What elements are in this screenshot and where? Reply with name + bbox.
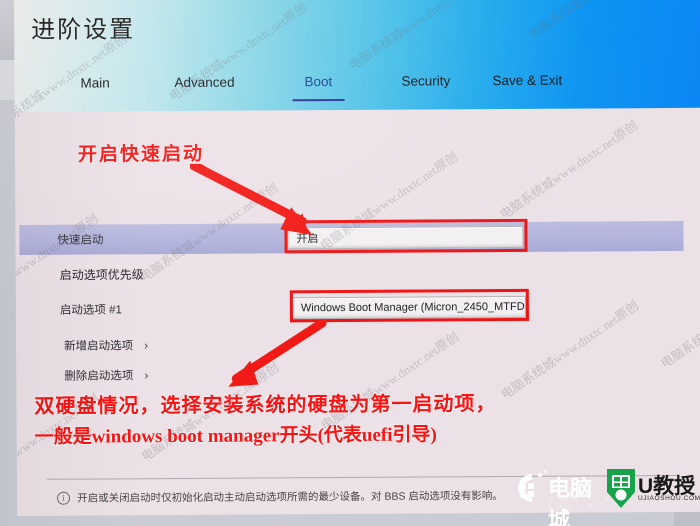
ujiaoshou-logo-url: UJIAOSHOU.COM bbox=[638, 495, 700, 502]
setting-value-boot-option-1[interactable]: Windows Boot Manager (Micron_2450_MTFDKB bbox=[291, 295, 526, 320]
chevron-right-icon-add: › bbox=[144, 338, 149, 353]
setting-row-boot-priority-heading: 启动选项优先级 bbox=[16, 256, 700, 290]
chevron-right-icon-delete: › bbox=[144, 368, 149, 383]
bios-screen-photo: 进阶设置 Main Advanced Boot Security Save & … bbox=[0, 0, 700, 526]
status-help-text: 开启或关闭启动时仅初始化启动主动启动选项所需的最少设备。对 BBS 启动选项没有… bbox=[77, 490, 503, 505]
dnxtc-logo-url: W W W . D N X T C . N E T bbox=[548, 496, 611, 517]
info-icon: i bbox=[57, 491, 71, 505]
setting-row-boot-option-1[interactable]: 启动选项 #1 Windows Boot Manager (Micron_245… bbox=[16, 291, 700, 325]
tab-security[interactable]: Security bbox=[401, 73, 450, 94]
bios-header: 进阶设置 Main Advanced Boot Security Save & … bbox=[14, 0, 700, 112]
tab-main[interactable]: Main bbox=[80, 75, 109, 96]
setting-row-delete-boot-option[interactable]: 删除启动选项 › bbox=[16, 357, 700, 391]
setting-row-fast-boot[interactable]: 快速启动 开启 bbox=[15, 220, 700, 255]
setting-label-delete-boot-option: 删除启动选项 bbox=[64, 370, 134, 383]
tab-save-exit[interactable]: Save & Exit bbox=[492, 73, 562, 94]
page-title: 进阶设置 bbox=[31, 16, 136, 44]
setting-value-fast-boot[interactable]: 开启 bbox=[287, 225, 524, 250]
annotation-line-2: 一般是windows boot manager开头(代表uefi引导) bbox=[34, 424, 437, 448]
tab-advanced[interactable]: Advanced bbox=[174, 75, 234, 96]
ujiaoshou-shield-icon bbox=[607, 469, 635, 508]
annotation-line-1: 双硬盘情况，选择安装系统的硬盘为第一启动项， bbox=[34, 393, 497, 418]
setting-label-add-boot-option: 新增启动选项 bbox=[64, 340, 134, 353]
logo-dnxtc: 电脑城 W W W . D N X T C . N E T bbox=[504, 466, 612, 526]
logo-ujiaoshou: U教授 UJIAOSHOU.COM bbox=[604, 466, 700, 514]
tab-bar: Main Advanced Boot Security Save & Exit bbox=[14, 72, 700, 112]
setting-label-boot-option-1: 启动选项 #1 bbox=[59, 304, 122, 317]
settings-panel: 快速启动 开启 启动选项优先级 启动选项 #1 Windows Boot Man… bbox=[15, 108, 700, 516]
tab-boot[interactable]: Boot bbox=[304, 74, 332, 95]
bios-setup-screen: 进阶设置 Main Advanced Boot Security Save & … bbox=[14, 0, 700, 516]
setting-label-fast-boot: 快速启动 bbox=[57, 234, 104, 247]
setting-row-add-boot-option[interactable]: 新增启动选项 › bbox=[16, 327, 700, 361]
annotation-enable-fast-boot: 开启快速启动 bbox=[77, 143, 205, 166]
setting-label-boot-priority: 启动选项优先级 bbox=[59, 267, 144, 283]
